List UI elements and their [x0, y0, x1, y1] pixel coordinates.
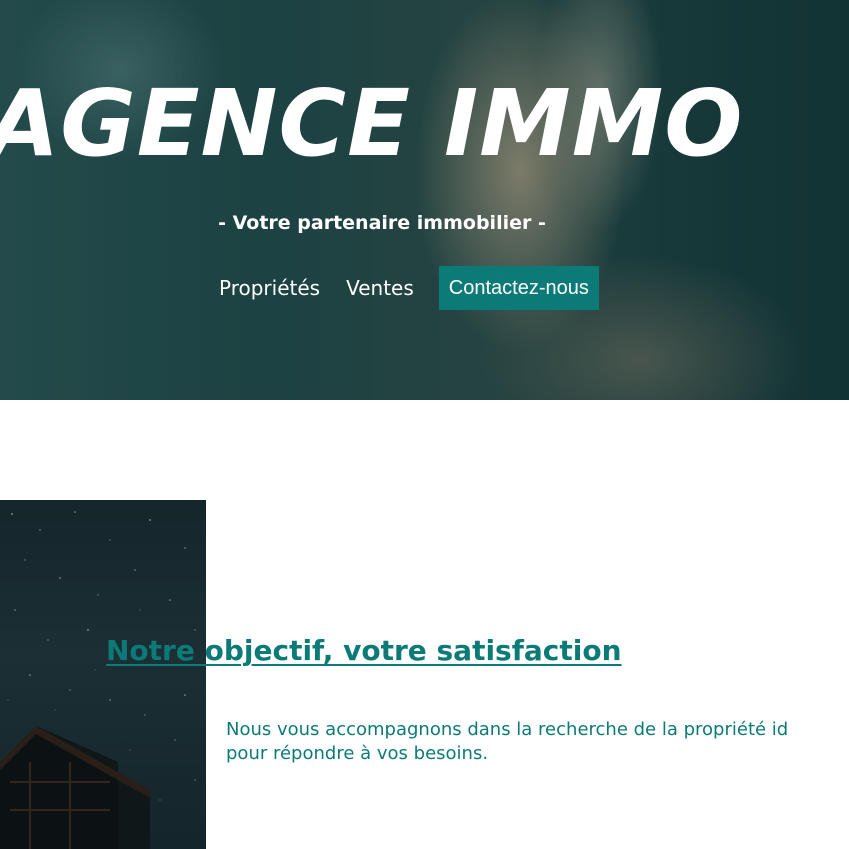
site-tagline: - Votre partenaire immobilier - — [218, 212, 546, 234]
contact-button[interactable]: Contactez-nous — [438, 266, 599, 310]
section-description-line-2: pour répondre à vos besoins. — [226, 743, 489, 764]
page: AGENCE IMMO - Votre partenaire immobilie… — [0, 0, 849, 849]
nav-link-properties[interactable]: Propriétés — [219, 276, 320, 300]
night-sky-cabin-image — [0, 500, 206, 849]
hero-banner: AGENCE IMMO - Votre partenaire immobilie… — [0, 0, 849, 400]
site-title: AGENCE IMMO — [0, 70, 744, 177]
section-heading: Notre objectif, votre satisfaction — [106, 634, 622, 667]
section-description: Nous vous accompagnons dans la recherche… — [226, 718, 849, 766]
hero-content: AGENCE IMMO - Votre partenaire immobilie… — [0, 0, 849, 400]
section-description-line-1: Nous vous accompagnons dans la recherche… — [226, 719, 789, 740]
nav-link-sales[interactable]: Ventes — [346, 276, 414, 300]
night-sky-cabin-illustration — [0, 511, 196, 849]
main-nav: Propriétés Ventes Contactez-nous — [219, 266, 599, 310]
